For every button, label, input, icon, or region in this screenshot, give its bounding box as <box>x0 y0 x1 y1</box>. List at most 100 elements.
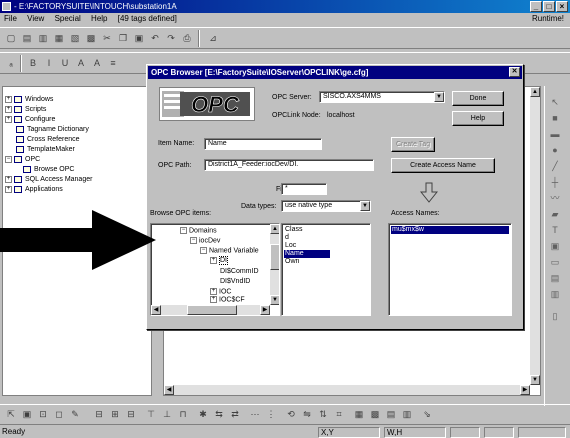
scroll-thumb[interactable] <box>270 244 279 270</box>
rotate-icon[interactable]: ⟲ <box>284 407 298 421</box>
access-name-item[interactable]: mu$mx$w <box>391 226 509 234</box>
list-item[interactable]: d <box>284 234 290 242</box>
underline-icon[interactable]: U <box>58 56 72 70</box>
pen-icon[interactable]: ✎ <box>68 407 82 421</box>
menu-file[interactable]: File <box>0 13 21 25</box>
font-icon[interactable]: ₐ <box>4 56 18 70</box>
menu-special[interactable]: Special <box>51 13 85 25</box>
save-icon[interactable]: ▦ <box>52 31 66 45</box>
data-types-select[interactable]: use native type ▼ <box>281 200 371 212</box>
space-vertical-icon[interactable]: ⋮ <box>264 407 278 421</box>
select-icon[interactable]: ↖ <box>548 96 562 108</box>
done-button[interactable]: Done <box>452 91 504 106</box>
create-tag-button[interactable]: Create Tag <box>391 137 435 152</box>
expand-icon[interactable]: + <box>210 296 217 303</box>
close-window-icon[interactable]: ▧ <box>68 31 82 45</box>
create-access-name-button[interactable]: Create Access Name <box>391 158 495 173</box>
menu-help[interactable]: Help <box>87 13 111 25</box>
opc-path-input[interactable]: District1A_Feeder:iocDev/DI. <box>204 159 374 171</box>
list-item[interactable]: Class <box>284 226 304 234</box>
ellipse-icon[interactable]: ● <box>548 144 562 156</box>
save-all-icon[interactable]: ▥ <box>36 31 50 45</box>
align-center-icon[interactable]: ⊞ <box>108 407 122 421</box>
page-icon[interactable]: ▯ <box>548 310 562 322</box>
collapse-icon[interactable]: − <box>200 247 207 254</box>
symbol-icon[interactable]: ▥ <box>548 288 562 300</box>
ruler-icon[interactable]: ▤ <box>384 407 398 421</box>
bitmap-icon[interactable]: ▣ <box>548 240 562 252</box>
collapse-icon[interactable]: − <box>190 237 197 244</box>
tree-item-windows[interactable]: + Windows <box>5 95 53 104</box>
expand-icon[interactable]: + <box>5 185 12 193</box>
line-icon[interactable]: ╱ <box>548 160 562 172</box>
wizard-icon[interactable]: ▤ <box>548 272 562 284</box>
expand-icon[interactable]: + <box>210 288 217 295</box>
scroll-down-icon[interactable]: ▼ <box>530 375 540 385</box>
group-icon[interactable]: ✱ <box>196 407 210 421</box>
hv-line-icon[interactable]: ┼ <box>548 176 562 188</box>
tree-vertical-scrollbar[interactable]: ▲ ▼ <box>270 224 279 305</box>
bold-icon[interactable]: B <box>26 56 40 70</box>
minimize-button[interactable]: _ <box>530 1 542 12</box>
window-icon[interactable]: ▣ <box>20 407 34 421</box>
font-larger-icon[interactable]: A <box>90 56 104 70</box>
menu-view[interactable]: View <box>23 13 48 25</box>
align-top-icon[interactable]: ⊤ <box>144 407 158 421</box>
close-button[interactable]: × <box>556 1 568 12</box>
tree-item-configure[interactable]: + Configure <box>5 115 55 124</box>
rectangle-icon[interactable]: ■ <box>548 112 562 124</box>
list-item-selected[interactable]: Name <box>284 250 330 258</box>
list-item[interactable]: Loc <box>284 242 297 250</box>
tree-item-browse-opc[interactable]: Browse OPC <box>23 165 74 174</box>
browse-tree-view[interactable]: − Domains − iocDev − Named Variable + DI DI$… <box>150 223 280 316</box>
snap-icon[interactable]: ⌗ <box>332 407 346 421</box>
expand-icon[interactable]: + <box>5 105 12 113</box>
align-middle-icon[interactable]: ⊥ <box>160 407 174 421</box>
grid-icon[interactable]: ▩ <box>368 407 382 421</box>
tree-item-sql-access-manager[interactable]: + SQL Access Manager <box>5 175 92 184</box>
chevron-down-icon[interactable]: ▼ <box>360 201 370 211</box>
chevron-down-icon[interactable]: ▼ <box>434 92 444 102</box>
scroll-thumb[interactable] <box>187 305 237 315</box>
scroll-up-icon[interactable]: ▲ <box>530 87 540 97</box>
undo-icon[interactable]: ↶ <box>148 31 162 45</box>
lock-icon[interactable]: ▥ <box>400 407 414 421</box>
tree-item-opc[interactable]: − OPC <box>5 155 40 164</box>
button-icon[interactable]: ▭ <box>548 256 562 268</box>
tree-item-scripts[interactable]: + Scripts <box>5 105 46 114</box>
align-right-icon[interactable]: ⊟ <box>124 407 138 421</box>
text-icon[interactable]: T <box>548 224 562 236</box>
browse-node-di[interactable]: + DI <box>209 256 229 266</box>
expand-icon[interactable]: + <box>210 257 217 264</box>
item-name-input[interactable]: Name <box>204 138 322 150</box>
browse-node-di-commid[interactable]: DI$CommID <box>219 268 260 276</box>
scroll-left-icon[interactable]: ◀ <box>164 385 174 395</box>
app-icon[interactable] <box>2 2 11 11</box>
opc-items-list[interactable]: Class d Loc Name Own <box>281 223 371 316</box>
runtime-link[interactable]: Runtime! <box>528 13 568 25</box>
browse-node-named-variable[interactable]: − Named Variable <box>199 247 260 255</box>
copy-icon[interactable]: ❐ <box>116 31 130 45</box>
access-names-list[interactable]: mu$mx$w <box>388 223 512 316</box>
back-icon[interactable]: ⇄ <box>228 407 242 421</box>
fill-color-icon[interactable]: ◻ <box>52 407 66 421</box>
maximize-button[interactable]: □ <box>543 1 555 12</box>
full-screen-icon[interactable]: ⊡ <box>36 407 50 421</box>
scroll-right-icon[interactable]: ▶ <box>260 305 270 315</box>
redo-icon[interactable]: ↷ <box>164 31 178 45</box>
cell-icon[interactable]: ▦ <box>352 407 366 421</box>
align-bottom-icon[interactable]: ⊓ <box>176 407 190 421</box>
pointer-icon[interactable]: ⇱ <box>4 407 18 421</box>
tree-item-applications[interactable]: + Applications <box>5 185 63 194</box>
scroll-down-icon[interactable]: ▼ <box>270 295 279 305</box>
tree-item-tagname-dictionary[interactable]: Tagname Dictionary <box>16 125 89 134</box>
list-item[interactable]: Own <box>284 258 300 266</box>
rounded-rectangle-icon[interactable]: ▬ <box>548 128 562 140</box>
front-icon[interactable]: ⇆ <box>212 407 226 421</box>
tree-horizontal-scrollbar[interactable]: ◀ ▶ <box>151 305 270 315</box>
filter-input[interactable]: * <box>281 183 327 195</box>
flip-v-icon[interactable]: ⇅ <box>316 407 330 421</box>
help-button[interactable]: Help <box>452 111 504 126</box>
tree-item-cross-reference[interactable]: Cross Reference <box>16 135 80 144</box>
paste-icon[interactable]: ▣ <box>132 31 146 45</box>
